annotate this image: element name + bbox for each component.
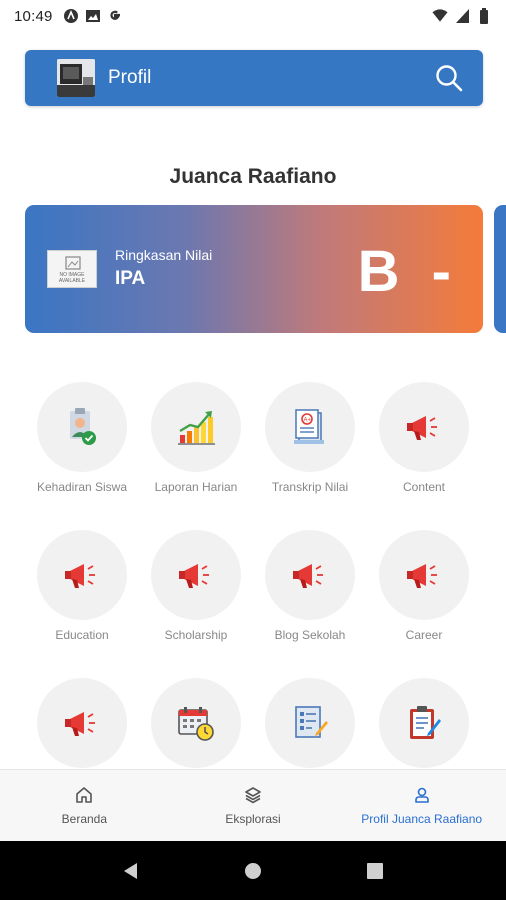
google-icon (107, 8, 123, 24)
grade-subject: IPA (115, 268, 146, 289)
menu-label: Education (55, 628, 109, 642)
menu-circle (37, 678, 127, 768)
grade-summary-card[interactable]: NO IMAGE AVAILABLE Ringkasan Nilai IPA B… (25, 205, 483, 333)
calendar-clock-icon (178, 707, 214, 741)
app-screen: 10:49 Profil Juanca Raafiano NO IMAGE AV… (0, 0, 506, 900)
signal-icon (454, 8, 470, 24)
user-icon (414, 787, 429, 803)
menu-circle (379, 530, 469, 620)
menu-label: Laporan Harian (154, 480, 238, 494)
transcript-icon: A+ (294, 409, 324, 444)
nav-item-profil[interactable]: Profil Juanca Raafiano (337, 770, 506, 841)
menu-circle (265, 678, 355, 768)
menu-label: Transkrip Nilai (271, 480, 349, 494)
status-bar: 10:49 (0, 0, 506, 32)
megaphone-icon (65, 564, 95, 588)
menu-item-checklist[interactable] (253, 678, 367, 768)
status-notification-icons (63, 8, 123, 24)
recents-icon (367, 862, 383, 879)
megaphone-icon (179, 564, 209, 588)
app-header: Profil (25, 50, 483, 106)
menu-label: Kehadiran Siswa (36, 480, 128, 494)
user-name: Juanca Raafiano (169, 165, 337, 188)
nav-label: Profil Juanca Raafiano (361, 811, 483, 826)
no-image-text: NO IMAGE AVAILABLE (58, 272, 86, 284)
menu-circle (37, 382, 127, 472)
grade-label: Ringkasan Nilai (115, 247, 213, 263)
back-icon (124, 862, 137, 879)
status-system-icons (432, 8, 492, 24)
menu-item-education[interactable]: Education (25, 530, 139, 642)
menu-item-announcement[interactable] (25, 678, 139, 768)
menu-circle (151, 678, 241, 768)
menu-item-career[interactable]: Career (367, 530, 481, 642)
clipboard-icon (410, 706, 441, 739)
bottom-navigation: Beranda Eksplorasi Profil Juanca Raafian… (0, 769, 506, 841)
nav-item-eksplorasi[interactable]: Eksplorasi (169, 770, 338, 841)
menu-item-transkrip-nilai[interactable]: A+ Transkrip Nilai (253, 382, 367, 494)
home-icon (76, 786, 93, 803)
home-circle-icon (245, 862, 261, 879)
no-image-placeholder: NO IMAGE AVAILABLE (47, 250, 97, 288)
bar-chart-icon (178, 411, 215, 445)
menu-label: Content (402, 480, 446, 494)
back-button[interactable] (111, 851, 151, 891)
battery-icon (476, 8, 492, 24)
search-button[interactable] (429, 58, 469, 98)
search-icon (436, 65, 463, 92)
attendance-icon (70, 408, 96, 445)
menu-item-clipboard[interactable] (367, 678, 481, 768)
menu-item-blog-sekolah[interactable]: Blog Sekolah (253, 530, 367, 642)
menu-item-content[interactable]: Content (367, 382, 481, 494)
menu-circle (379, 382, 469, 472)
menu-circle (151, 530, 241, 620)
menu-item-laporan-harian[interactable]: Laporan Harian (139, 382, 253, 494)
nav-label: Beranda (61, 811, 108, 826)
grade-value: B - (357, 239, 459, 304)
recents-button[interactable] (355, 851, 395, 891)
menu-label: Scholarship (164, 628, 228, 642)
nav-item-beranda[interactable]: Beranda (0, 770, 169, 841)
wifi-icon (432, 8, 448, 24)
menu-circle (379, 678, 469, 768)
android-icon (63, 8, 79, 24)
checklist-icon (295, 706, 328, 738)
menu-item-scholarship[interactable]: Scholarship (139, 530, 253, 642)
menu-label: Career (405, 628, 443, 642)
system-navigation-bar (0, 841, 506, 900)
status-time: 10:49 (14, 7, 53, 25)
nav-label: Eksplorasi (225, 811, 281, 826)
avatar[interactable] (57, 59, 95, 97)
photo-icon (85, 8, 101, 24)
menu-label: Blog Sekolah (274, 628, 346, 642)
menu-circle (265, 530, 355, 620)
next-grade-card[interactable] (494, 205, 506, 333)
menu-item-schedule[interactable] (139, 678, 253, 768)
page-title: Profil (108, 67, 152, 88)
layers-icon (245, 786, 261, 803)
megaphone-icon (293, 564, 323, 588)
menu-circle (37, 530, 127, 620)
megaphone-icon (407, 564, 437, 588)
svg-text:A+: A+ (304, 418, 312, 424)
menu-circle (151, 382, 241, 472)
menu-circle: A+ (265, 382, 355, 472)
megaphone-icon (65, 712, 95, 736)
home-button[interactable] (233, 851, 273, 891)
megaphone-icon (407, 416, 437, 440)
menu-item-kehadiran-siswa[interactable]: Kehadiran Siswa (25, 382, 139, 494)
